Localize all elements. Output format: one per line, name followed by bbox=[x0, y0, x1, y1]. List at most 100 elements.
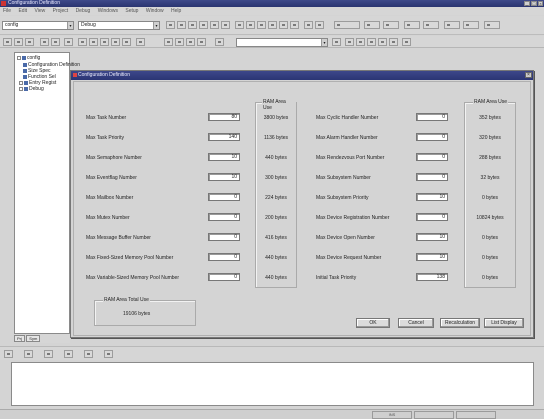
close-icon[interactable]: × bbox=[525, 72, 532, 78]
max-alarm-handler-field[interactable]: 0 bbox=[416, 133, 448, 141]
max-device-registration-field[interactable]: 0 bbox=[416, 213, 448, 221]
toolbar-button[interactable] bbox=[389, 38, 398, 46]
toolbar-button[interactable] bbox=[164, 38, 173, 46]
max-subsystem-field[interactable]: 0 bbox=[416, 173, 448, 181]
project-combo[interactable]: config ▾ bbox=[2, 21, 74, 30]
max-fixed-pool-field[interactable]: 0 bbox=[208, 253, 240, 261]
toolbar-button[interactable] bbox=[257, 21, 266, 29]
max-task-priority-field[interactable]: 140 bbox=[208, 133, 240, 141]
tab-project[interactable]: Prj bbox=[14, 335, 25, 342]
search-combo[interactable]: ▾ bbox=[236, 38, 328, 47]
max-mailbox-field[interactable]: 0 bbox=[208, 193, 240, 201]
toolbar-button[interactable] bbox=[383, 21, 399, 29]
toolbar-button[interactable] bbox=[221, 21, 230, 29]
cancel-button[interactable]: Cancel bbox=[398, 318, 434, 328]
toolbar-button[interactable] bbox=[404, 21, 420, 29]
build-config-combo[interactable]: Debug ▾ bbox=[78, 21, 160, 30]
toolbar-button[interactable] bbox=[122, 38, 131, 46]
max-rendezvous-field[interactable]: 0 bbox=[416, 153, 448, 161]
menu-file[interactable]: File bbox=[0, 7, 14, 15]
toolbar-button[interactable] bbox=[402, 38, 411, 46]
chevron-down-icon[interactable]: ▾ bbox=[67, 22, 73, 29]
tab-symbol[interactable]: Sym bbox=[26, 335, 41, 342]
close-icon[interactable]: × bbox=[538, 1, 543, 6]
toolbar-button[interactable] bbox=[89, 38, 98, 46]
menu-help[interactable]: Help bbox=[168, 7, 184, 15]
toolbar-button[interactable] bbox=[44, 350, 53, 358]
toolbar-button[interactable] bbox=[210, 21, 219, 29]
toolbar-button[interactable] bbox=[64, 350, 73, 358]
ok-button[interactable]: OK bbox=[356, 318, 390, 328]
max-variable-pool-field[interactable]: 0 bbox=[208, 273, 240, 281]
toolbar-button[interactable] bbox=[136, 38, 145, 46]
toolbar-button[interactable] bbox=[246, 21, 255, 29]
expand-icon[interactable] bbox=[19, 80, 23, 85]
maximize-icon[interactable]: □ bbox=[531, 1, 537, 6]
toolbar-button[interactable] bbox=[111, 38, 120, 46]
toolbar-button[interactable] bbox=[315, 21, 324, 29]
tree-item[interactable]: Debug bbox=[19, 86, 44, 92]
menu-edit[interactable]: Edit bbox=[15, 7, 30, 15]
toolbar-button[interactable] bbox=[332, 38, 341, 46]
toolbar-button[interactable] bbox=[78, 38, 87, 46]
chevron-down-icon[interactable]: ▾ bbox=[153, 22, 159, 29]
menu-setup[interactable]: Setup bbox=[122, 7, 141, 15]
toolbar-button[interactable] bbox=[356, 38, 365, 46]
recalculation-button[interactable]: Recalculation bbox=[440, 318, 480, 328]
toolbar-button[interactable] bbox=[290, 21, 299, 29]
toolbar-button[interactable] bbox=[40, 38, 49, 46]
toolbar-button[interactable] bbox=[484, 21, 500, 29]
toolbar-button[interactable] bbox=[423, 21, 439, 29]
menu-project[interactable]: Project bbox=[50, 7, 72, 15]
toolbar-button[interactable] bbox=[188, 21, 197, 29]
list-display-button[interactable]: List Display bbox=[484, 318, 524, 328]
toolbar-button[interactable] bbox=[235, 21, 244, 29]
max-device-request-field[interactable]: 10 bbox=[416, 253, 448, 261]
minimize-icon[interactable]: _ bbox=[524, 1, 530, 6]
chevron-down-icon[interactable]: ▾ bbox=[321, 39, 327, 46]
toolbar-button[interactable] bbox=[367, 38, 376, 46]
toolbar-button[interactable] bbox=[463, 21, 479, 29]
dialog-titlebar[interactable]: Configuration Definition × bbox=[71, 71, 533, 80]
output-pane[interactable] bbox=[11, 362, 534, 406]
toolbar-button[interactable] bbox=[3, 38, 12, 46]
max-eventflag-field[interactable]: 10 bbox=[208, 173, 240, 181]
menu-window[interactable]: Window bbox=[143, 7, 167, 15]
toolbar-button[interactable] bbox=[334, 21, 360, 29]
toolbar-button[interactable] bbox=[84, 350, 93, 358]
toolbar-button[interactable] bbox=[166, 21, 175, 29]
tree-root[interactable]: config bbox=[17, 55, 40, 61]
toolbar-button[interactable] bbox=[268, 21, 277, 29]
collapse-icon[interactable] bbox=[17, 55, 21, 60]
toolbar-button[interactable] bbox=[364, 21, 380, 29]
toolbar-button[interactable] bbox=[279, 21, 288, 29]
max-device-open-field[interactable]: 10 bbox=[416, 233, 448, 241]
toolbar-button[interactable] bbox=[378, 38, 387, 46]
toolbar-button[interactable] bbox=[177, 21, 186, 29]
toolbar-button[interactable] bbox=[345, 38, 354, 46]
menu-view[interactable]: View bbox=[31, 7, 48, 15]
toolbar-button[interactable] bbox=[444, 21, 460, 29]
toolbar-button[interactable] bbox=[186, 38, 195, 46]
toolbar-button[interactable] bbox=[64, 38, 73, 46]
expand-icon[interactable] bbox=[19, 86, 23, 91]
toolbar-button[interactable] bbox=[197, 38, 206, 46]
toolbar-button[interactable] bbox=[14, 38, 23, 46]
toolbar-button[interactable] bbox=[25, 38, 34, 46]
max-cyclic-handler-field[interactable]: 0 bbox=[416, 113, 448, 121]
max-mutex-field[interactable]: 0 bbox=[208, 213, 240, 221]
menu-debug[interactable]: Debug bbox=[73, 7, 94, 15]
toolbar-button[interactable] bbox=[215, 38, 224, 46]
toolbar-button[interactable] bbox=[51, 38, 60, 46]
toolbar-button[interactable] bbox=[104, 350, 113, 358]
max-subsystem-priority-field[interactable]: 10 bbox=[416, 193, 448, 201]
max-task-number-field[interactable]: 80 bbox=[208, 113, 240, 121]
toolbar-button[interactable] bbox=[304, 21, 313, 29]
toolbar-button[interactable] bbox=[4, 350, 13, 358]
menu-windows[interactable]: Windows bbox=[95, 7, 121, 15]
max-message-buffer-field[interactable]: 0 bbox=[208, 233, 240, 241]
toolbar-button[interactable] bbox=[175, 38, 184, 46]
toolbar-button[interactable] bbox=[199, 21, 208, 29]
toolbar-button[interactable] bbox=[100, 38, 109, 46]
toolbar-button[interactable] bbox=[24, 350, 33, 358]
